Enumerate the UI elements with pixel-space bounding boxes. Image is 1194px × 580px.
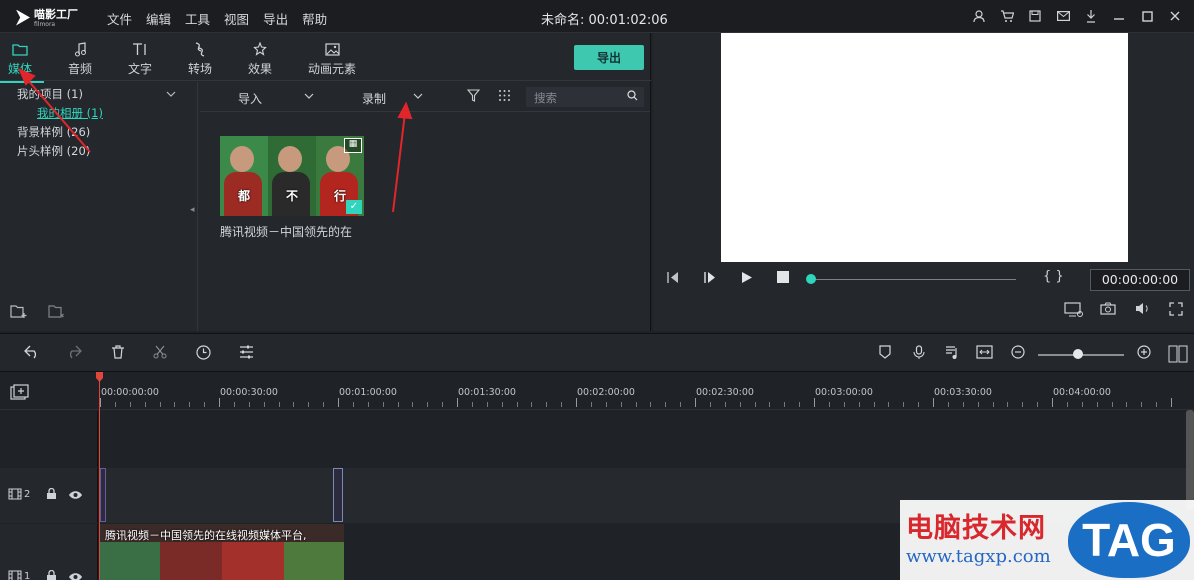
annotation-arrows	[18, 68, 413, 213]
